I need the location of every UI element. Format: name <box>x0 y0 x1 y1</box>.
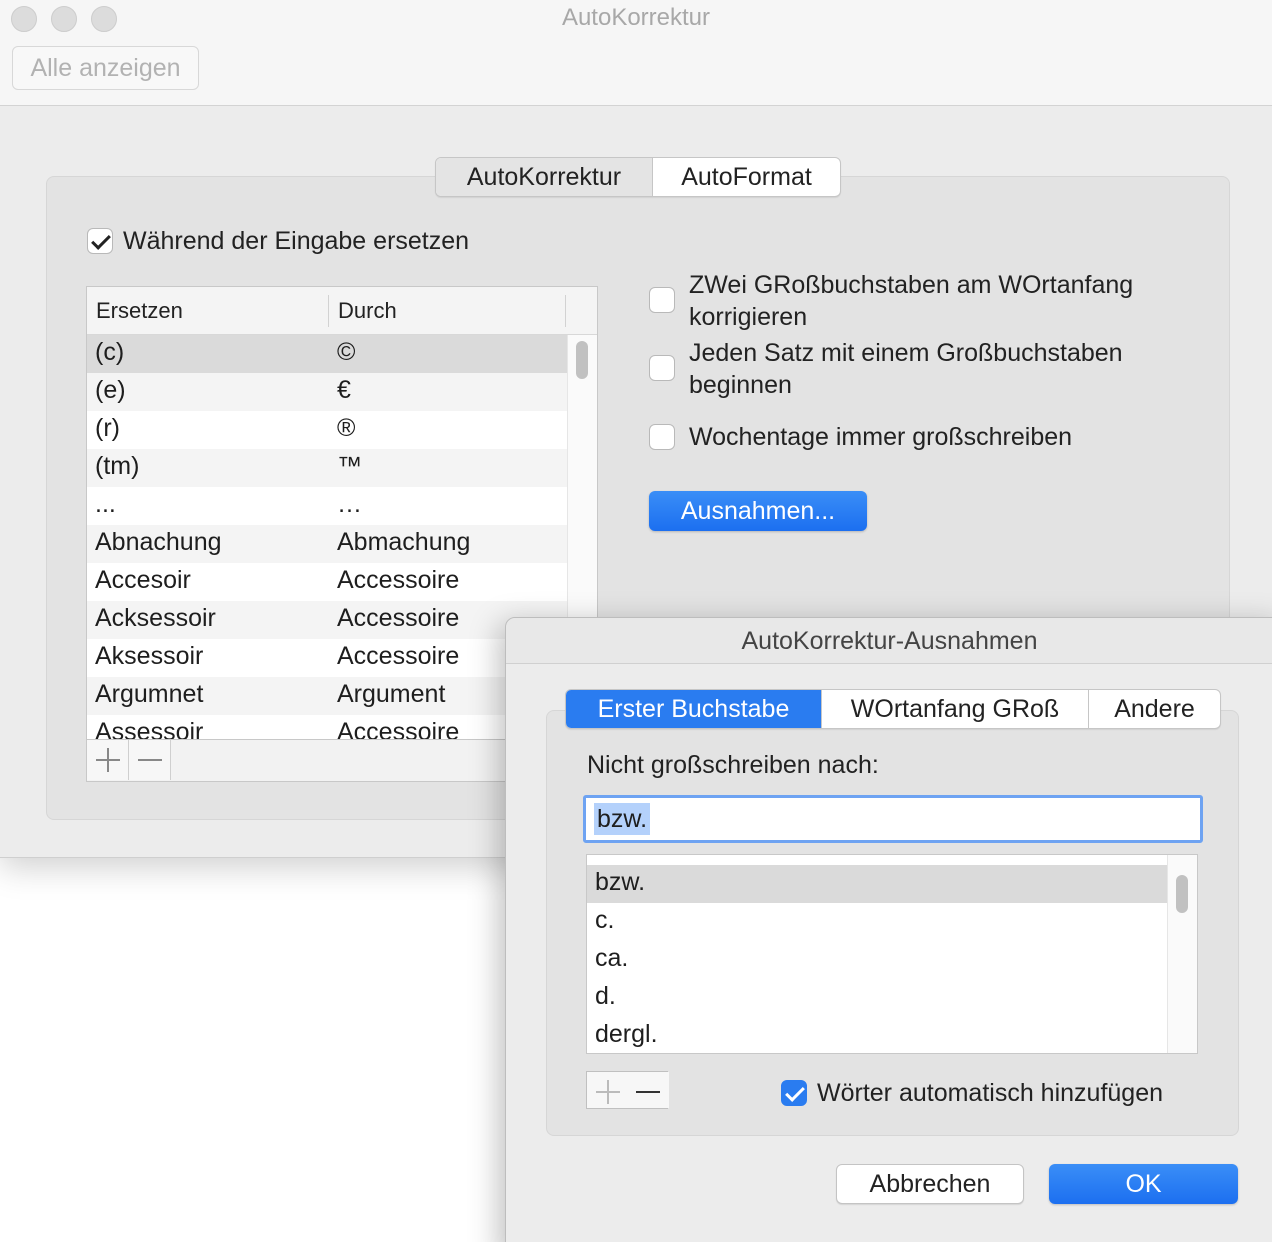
cell-replace: (c) <box>95 338 125 366</box>
cell-replace: (r) <box>95 414 120 442</box>
table-row[interactable]: (tm) ™ <box>87 449 567 487</box>
replace-while-typing-label: Während der Eingabe ersetzen <box>123 227 470 255</box>
table-row[interactable]: (c) © <box>87 335 567 373</box>
sentence-capital-label: Jeden Satz mit einem Großbuchstaben begin… <box>689 339 1123 399</box>
add-exception-button[interactable] <box>587 1072 629 1108</box>
tab-initial-caps[interactable]: WOrtanfang GRoß <box>821 690 1088 728</box>
cell-replace: Aksessoir <box>95 642 204 670</box>
cell-with: Accessoire <box>337 642 460 670</box>
sheet-title: AutoKorrektur-Ausnahmen <box>506 618 1272 664</box>
window-title: AutoKorrektur <box>561 4 711 31</box>
cell-replace: ... <box>95 490 116 518</box>
scrollbar-thumb[interactable] <box>576 341 588 379</box>
cell-replace: (e) <box>95 376 126 404</box>
column-divider <box>328 295 329 327</box>
column-divider <box>565 295 566 327</box>
weekdays-capital-checkbox[interactable] <box>649 424 675 450</box>
two-capitals-label: ZWei GRoßbuchstaben am WOrtanfang korrigi… <box>689 271 1134 331</box>
cell-with: Accessoire <box>337 604 460 632</box>
table-row[interactable]: (r) ® <box>87 411 567 449</box>
cell-with: Abmachung <box>337 528 471 556</box>
cell-with: ® <box>337 414 356 442</box>
cell-with: Accessoire <box>337 718 460 739</box>
table-row[interactable]: Aksessoir Accessoire <box>87 639 567 677</box>
cell-replace: Abnachung <box>95 528 222 556</box>
auto-add-label: Wörter automatisch hinzufügen <box>817 1079 1164 1107</box>
show-all-button[interactable]: Alle anzeigen <box>12 46 199 90</box>
exceptions-button[interactable]: Ausnahmen... <box>649 491 867 531</box>
tab-autokorrektur[interactable]: AutoKorrektur <box>436 158 652 196</box>
tab-other[interactable]: Andere <box>1088 690 1220 728</box>
cell-replace: (tm) <box>95 452 140 480</box>
cell-with: © <box>337 338 356 366</box>
cell-replace: Assessoir <box>95 718 204 739</box>
exception-input-value: bzw. <box>594 803 651 835</box>
exception-add-remove <box>586 1071 669 1109</box>
table-row[interactable]: Abnachung Abmachung <box>87 525 567 563</box>
sentence-capital-checkbox[interactable] <box>649 355 675 381</box>
exceptions-tab-bar: Erster Buchstabe WOrtanfang GRoß Andere <box>565 689 1221 729</box>
exception-input[interactable]: bzw. <box>583 795 1203 843</box>
table-row[interactable]: Acksessoir Accessoire <box>87 601 567 639</box>
cell-with: Argument <box>337 680 446 708</box>
cell-replace: Accesoir <box>95 566 191 594</box>
two-capitals-checkbox[interactable] <box>649 287 675 313</box>
cell-with: ™ <box>337 452 362 480</box>
ok-button[interactable]: OK <box>1049 1164 1238 1204</box>
cell-with: Accessoire <box>337 566 460 594</box>
cell-replace: Acksessoir <box>95 604 216 632</box>
list-item[interactable]: ca. <box>587 941 1197 979</box>
column-header-durch[interactable]: Durch <box>338 287 397 335</box>
list-item[interactable]: dergl. <box>587 1017 1197 1055</box>
replace-while-typing-checkbox[interactable] <box>87 228 113 254</box>
cell-with: € <box>337 376 351 404</box>
exceptions-sheet: AutoKorrektur-Ausnahmen Erster Buchstabe… <box>505 617 1272 1242</box>
table-row[interactable]: (e) € <box>87 373 567 411</box>
column-header-ersetzen[interactable]: Ersetzen <box>96 287 183 335</box>
weekdays-capital-label: Wochentage immer großschreiben <box>689 423 1073 451</box>
table-body: (c) © (e) € (r) ® (tm) ™ ... … Abnachung Abmac… <box>87 335 567 739</box>
table-row[interactable]: Assessoir Accessoire <box>87 715 567 739</box>
table-row[interactable]: Accesoir Accessoire <box>87 563 567 601</box>
table-row[interactable]: ... … <box>87 487 567 525</box>
auto-add-checkbox[interactable] <box>781 1080 807 1106</box>
cell-replace: Argumnet <box>95 680 204 708</box>
main-tab-bar: AutoKorrektur AutoFormat <box>435 157 841 197</box>
remove-exception-button[interactable] <box>627 1072 669 1108</box>
title-bar: AutoKorrektur Alle anzeigen <box>0 0 1272 106</box>
remove-entry-button[interactable] <box>129 740 171 780</box>
table-row[interactable]: Argumnet Argument <box>87 677 567 715</box>
add-entry-button[interactable] <box>87 740 129 780</box>
list-scrollbar[interactable] <box>1167 855 1197 1053</box>
exception-list: bzw. c. ca. d. dergl. <box>586 854 1198 1054</box>
list-item[interactable]: c. <box>587 903 1197 941</box>
tab-first-letter[interactable]: Erster Buchstabe <box>566 690 821 728</box>
cell-with: … <box>337 490 362 518</box>
cancel-button[interactable]: Abbrechen <box>836 1164 1024 1204</box>
tab-autoformat[interactable]: AutoFormat <box>652 158 840 196</box>
table-header: Ersetzen Durch <box>87 287 597 335</box>
scrollbar-thumb[interactable] <box>1176 875 1188 913</box>
list-item[interactable]: d. <box>587 979 1197 1017</box>
field-label: Nicht großschreiben nach: <box>587 751 879 779</box>
list-item[interactable]: bzw. <box>587 865 1197 903</box>
